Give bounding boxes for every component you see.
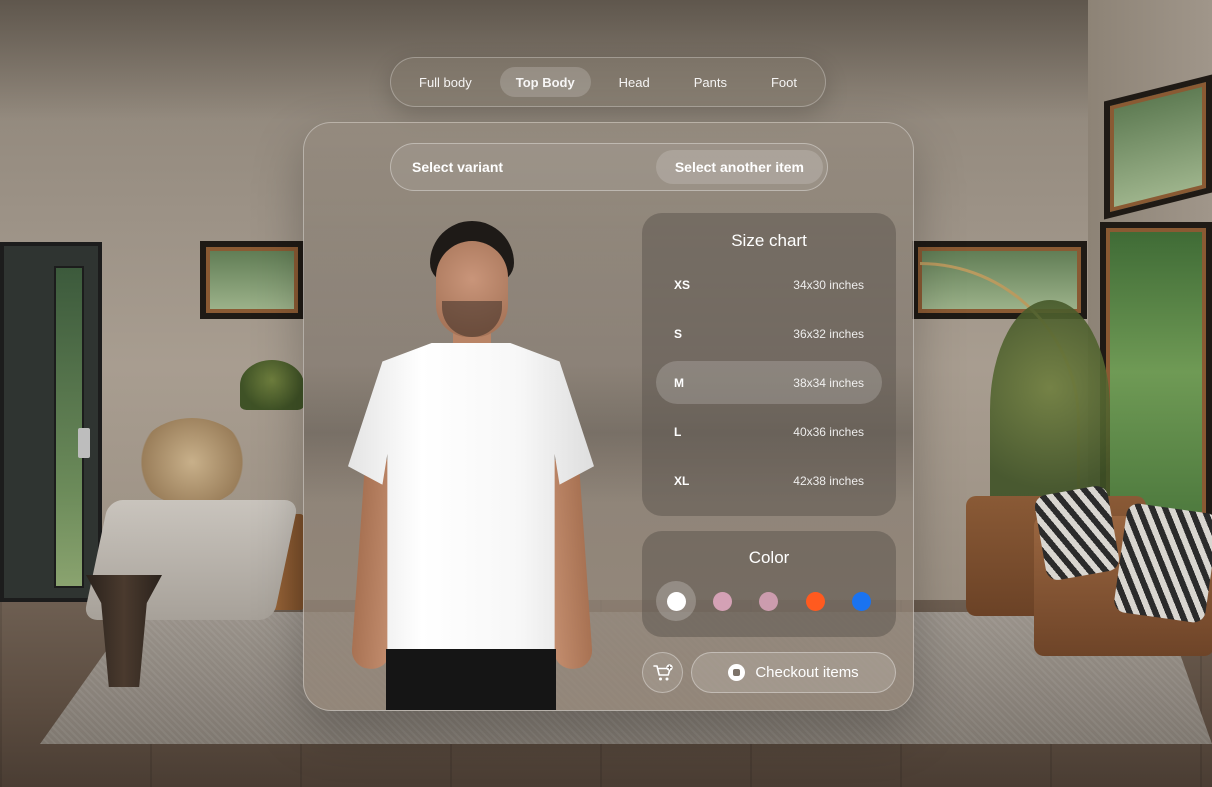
color-swatch-white[interactable]	[656, 581, 696, 621]
variant-bar: Select variant Select another item	[390, 143, 828, 191]
size-measurement: 40x36 inches	[793, 424, 864, 439]
tab-top-body[interactable]: Top Body	[499, 67, 591, 97]
color-swatches	[656, 581, 882, 621]
size-option-s[interactable]: S 36x32 inches	[656, 312, 882, 355]
size-label: M	[674, 375, 684, 390]
patterned-pillow	[1033, 484, 1121, 582]
size-measurement: 36x32 inches	[793, 326, 864, 341]
cart-add-icon	[652, 663, 673, 680]
tab-foot[interactable]: Foot	[755, 67, 813, 97]
size-label: S	[674, 326, 683, 341]
pampas-grass-vase	[136, 418, 248, 506]
color-swatch-orange[interactable]	[795, 581, 835, 621]
size-option-l[interactable]: L 40x36 inches	[656, 410, 882, 453]
select-another-item-button[interactable]: Select another item	[655, 150, 823, 184]
size-measurement: 34x30 inches	[793, 277, 864, 292]
swatch-dot	[712, 591, 732, 611]
swatch-dot	[666, 591, 686, 611]
size-option-m[interactable]: M 38x34 inches	[656, 361, 882, 404]
size-label: L	[674, 424, 682, 439]
swatch-dot	[758, 591, 778, 611]
color-swatch-light-pink[interactable]	[702, 581, 742, 621]
model-preview	[348, 219, 594, 710]
tab-head[interactable]: Head	[603, 67, 666, 97]
add-to-cart-button[interactable]	[642, 652, 683, 693]
select-variant-label: Select variant	[412, 159, 504, 175]
black-pants	[386, 649, 556, 710]
window-right	[1100, 222, 1212, 522]
checkout-label: Checkout items	[755, 664, 859, 681]
size-option-xs[interactable]: XS 34x30 inches	[656, 263, 882, 306]
entry-door	[0, 242, 102, 602]
category-tab-bar: Full body Top Body Head Pants Foot	[390, 57, 826, 107]
size-label: XL	[674, 473, 690, 488]
checkout-items-button[interactable]: Checkout items	[691, 652, 896, 693]
color-swatch-blue[interactable]	[841, 581, 881, 621]
stop-circle-icon	[728, 664, 746, 681]
size-measurement: 42x38 inches	[793, 473, 864, 488]
patterned-pillow	[1112, 502, 1212, 624]
try-on-panel: Select variant Select another item Size …	[303, 122, 914, 711]
size-label: XS	[674, 277, 691, 292]
size-option-xl[interactable]: XL 42x38 inches	[656, 459, 882, 502]
size-chart-title: Size chart	[731, 231, 807, 250]
door-glass	[54, 266, 84, 588]
color-picker-card: Color	[642, 531, 896, 637]
window-left	[200, 241, 304, 319]
tab-full-body[interactable]: Full body	[403, 67, 488, 97]
color-swatch-dusty-pink[interactable]	[748, 581, 788, 621]
tab-pants[interactable]: Pants	[678, 67, 743, 97]
swatch-dot	[805, 591, 825, 611]
swatch-dot	[851, 591, 871, 611]
color-title: Color	[748, 548, 790, 567]
size-chart-card: Size chart XS 34x30 inches S 36x32 inche…	[642, 213, 896, 516]
size-measurement: 38x34 inches	[793, 375, 864, 390]
door-handle	[78, 428, 90, 458]
wall-planter	[240, 360, 304, 410]
